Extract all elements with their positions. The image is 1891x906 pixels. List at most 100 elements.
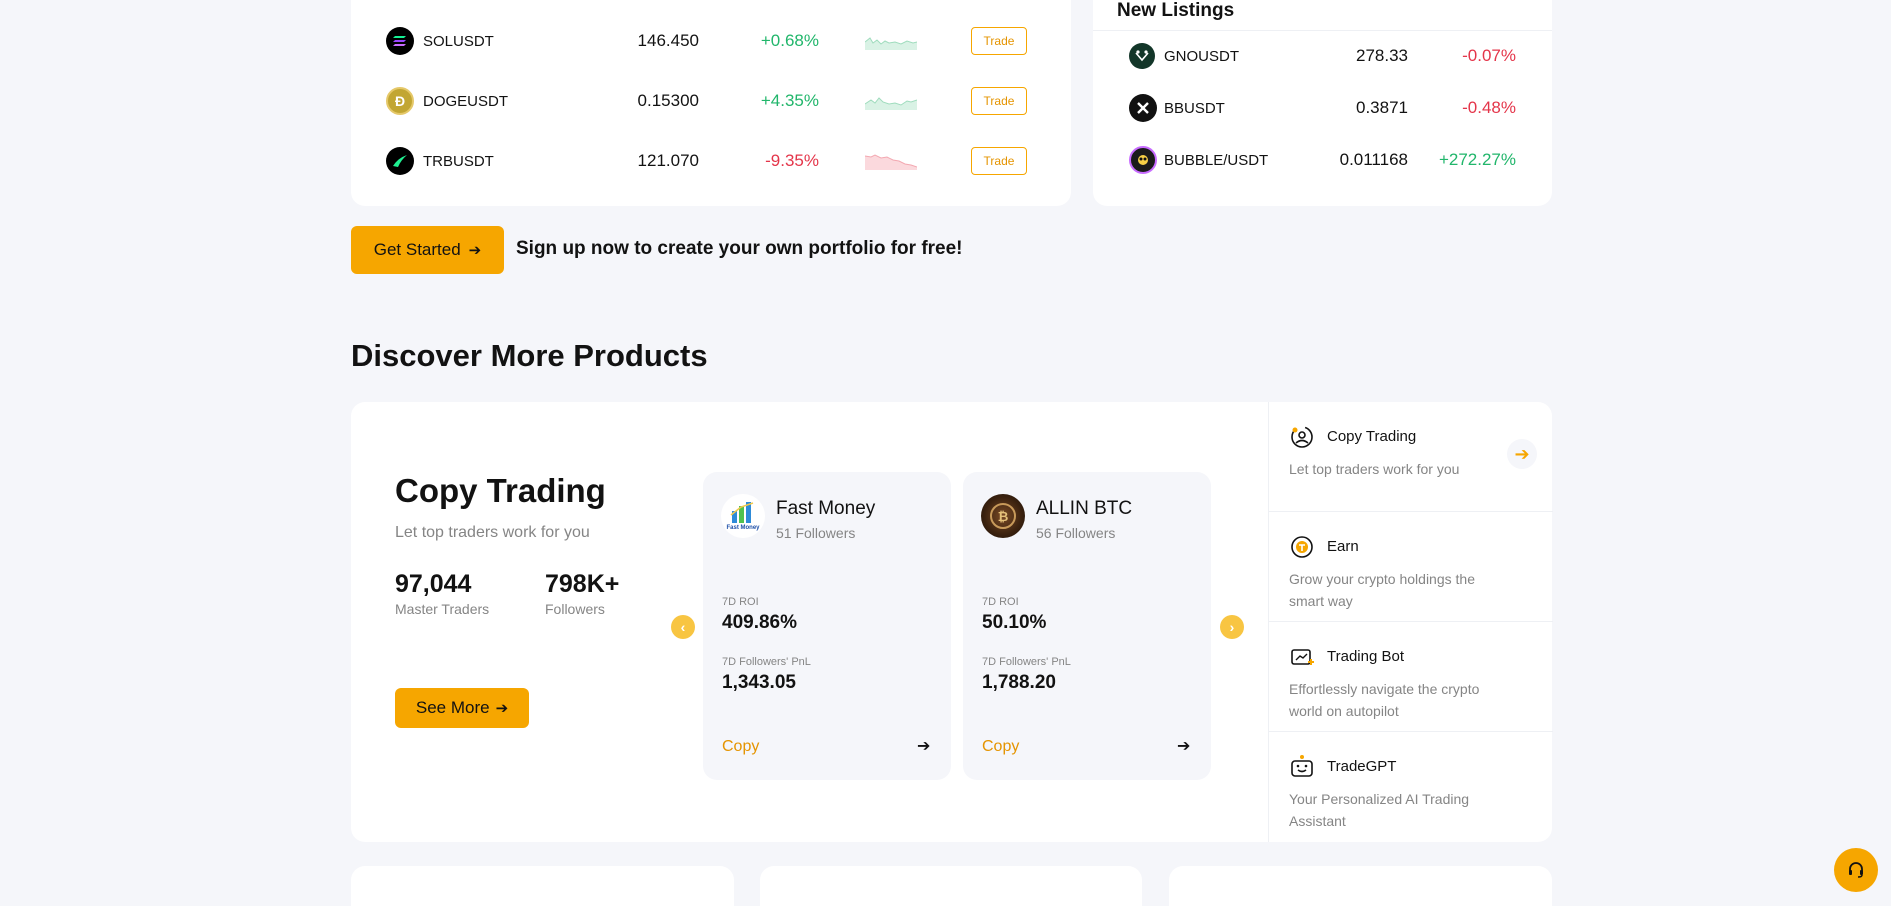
- bottom-card: [351, 866, 734, 906]
- chevron-right-icon: ›: [1229, 619, 1235, 635]
- trader-followers: 56 Followers: [1036, 525, 1116, 541]
- stat-followers-label: Followers: [545, 601, 605, 617]
- sparkline-chart: [865, 154, 917, 170]
- new-listings-title: New Listings: [1117, 0, 1235, 21]
- coin-price: 0.15300: [637, 91, 699, 110]
- arrow-right-icon: ➔: [495, 700, 509, 717]
- coin-change: +0.68%: [760, 31, 819, 50]
- stat-master-traders-value: 97,044: [395, 570, 472, 598]
- roi-label: 7D ROI: [722, 596, 759, 608]
- coin-price: 0.011168: [1339, 150, 1408, 169]
- divider: [1093, 30, 1552, 31]
- side-item-desc: Let top traders work for you: [1289, 461, 1460, 477]
- sparkline-chart: [865, 37, 917, 50]
- trade-button[interactable]: Trade: [971, 87, 1027, 115]
- coin-symbol: TRBUSDT: [423, 152, 494, 170]
- arrow-right-icon[interactable]: ➔: [1507, 439, 1537, 469]
- coin-symbol: BUBBLE/USDT: [1164, 151, 1269, 169]
- pnl-value: 1,343.05: [722, 672, 796, 693]
- avatar: Fast Money: [721, 494, 765, 538]
- pnl-label: 7D Followers' PnL: [982, 656, 1071, 668]
- side-item-desc: Your Personalized AI Trading Assistant: [1289, 791, 1470, 829]
- coin-change: -9.35%: [765, 151, 819, 170]
- coin-price: 0.3871: [1356, 98, 1408, 117]
- coin-symbol: GNOUSDT: [1164, 47, 1239, 65]
- products-card: Copy Trading Let top traders work for yo…: [351, 402, 1553, 842]
- gnosis-icon: [1129, 43, 1155, 69]
- trader-followers: 51 Followers: [776, 525, 856, 541]
- copy-trading-subtitle: Let top traders work for you: [395, 524, 590, 541]
- side-item-title: Copy Trading: [1327, 428, 1417, 445]
- get-started-label: Get Started: [373, 240, 461, 259]
- roi-label: 7D ROI: [982, 596, 1019, 608]
- coin-symbol: BBUSDT: [1164, 99, 1225, 117]
- bottom-card: [760, 866, 1142, 906]
- listing-row-bubble[interactable]: BUBBLE/USDT 0.011168 +272.27%: [1093, 140, 1552, 180]
- new-listings-card: New Listings GNOUSDT 278.33 -0.07% BBUSD…: [1093, 0, 1552, 206]
- copy-trading-title: Copy Trading: [395, 472, 606, 509]
- coin-symbol: DOGEUSDT: [423, 92, 509, 110]
- tellor-icon: [386, 147, 414, 175]
- pnl-value: 1,788.20: [982, 672, 1056, 693]
- copy-link[interactable]: Copy: [982, 738, 1019, 756]
- listing-row-gno[interactable]: GNOUSDT 278.33 -0.07%: [1093, 36, 1552, 76]
- arrow-right-icon[interactable]: ➔: [917, 736, 930, 756]
- trader-card[interactable]: ₿ ALLIN BTC 56 Followers 7D ROI 50.10% 7…: [963, 472, 1211, 780]
- side-item-copy-trading[interactable]: Copy Trading Let top traders work for yo…: [1269, 402, 1553, 512]
- earn-icon: [1291, 536, 1313, 558]
- coin-change: +272.27%: [1438, 150, 1516, 169]
- trader-name: Fast Money: [776, 498, 876, 519]
- coin-price: 278.33: [1356, 46, 1408, 65]
- coin-change: +4.35%: [760, 91, 819, 110]
- side-item-title: TradeGPT: [1327, 758, 1397, 775]
- see-more-label: See More: [415, 698, 490, 717]
- trade-button[interactable]: Trade: [971, 27, 1027, 55]
- copy-link[interactable]: Copy: [722, 738, 759, 756]
- roi-value: 409.86%: [722, 612, 798, 633]
- get-started-button[interactable]: Get Started ➔: [351, 226, 504, 274]
- market-row-trb[interactable]: TRBUSDT 121.070 -9.35% Trade: [351, 141, 1071, 181]
- tradegpt-icon: [1291, 755, 1313, 777]
- arrow-right-icon[interactable]: ➔: [1177, 736, 1190, 756]
- market-table-card: SOLUSDT 146.450 +0.68% Trade Ð DOGEUSDT …: [351, 0, 1071, 206]
- side-item-desc: Effortlessly navigate the crypto world o…: [1289, 681, 1480, 719]
- coin-price: 146.450: [637, 31, 699, 50]
- carousel-prev-button[interactable]: ‹: [671, 615, 695, 639]
- headset-icon: [1849, 862, 1863, 878]
- listing-row-bb[interactable]: BBUSDT 0.3871 -0.48%: [1093, 88, 1552, 128]
- coin-change: -0.48%: [1462, 98, 1516, 117]
- see-more-button[interactable]: See More ➔: [395, 688, 529, 728]
- sparkline-chart: [865, 97, 917, 110]
- coin-change: -0.07%: [1462, 46, 1516, 65]
- roi-value: 50.10%: [982, 612, 1047, 633]
- trader-name: ALLIN BTC: [1036, 498, 1133, 519]
- avatar: ₿: [981, 494, 1025, 538]
- carousel-next-button[interactable]: ›: [1220, 615, 1244, 639]
- bitcoin-icon: ₿: [990, 503, 1016, 529]
- bouncebit-icon: [1129, 94, 1157, 122]
- stat-followers-value: 798K+: [545, 570, 620, 598]
- trading-bot-icon: [1291, 649, 1314, 665]
- stat-master-traders-label: Master Traders: [395, 601, 490, 617]
- bubble-icon: [1129, 146, 1157, 174]
- support-chat-button[interactable]: [1834, 848, 1878, 892]
- bottom-card: [1169, 866, 1552, 906]
- market-row-doge[interactable]: Ð DOGEUSDT 0.15300 +4.35% Trade: [351, 81, 1071, 121]
- trade-button[interactable]: Trade: [971, 147, 1027, 175]
- signup-text: Sign up now to create your own portfolio…: [516, 238, 963, 259]
- section-title: Discover More Products: [351, 338, 708, 373]
- side-item-title: Earn: [1327, 538, 1359, 555]
- side-item-earn[interactable]: Earn Grow your crypto holdings the smart…: [1269, 512, 1553, 622]
- trader-card[interactable]: Fast Money Fast Money 51 Followers 7D RO…: [703, 472, 951, 780]
- products-side-list: Copy Trading Let top traders work for yo…: [1268, 402, 1553, 842]
- pnl-label: 7D Followers' PnL: [722, 656, 811, 668]
- coin-price: 121.070: [637, 151, 699, 170]
- market-row-sol[interactable]: SOLUSDT 146.450 +0.68% Trade: [351, 21, 1071, 61]
- dogecoin-icon: Ð: [386, 87, 414, 115]
- side-item-tradegpt[interactable]: TradeGPT Your Personalized AI Trading As…: [1269, 732, 1553, 842]
- chevron-left-icon: ‹: [680, 619, 686, 635]
- side-item-trading-bot[interactable]: Trading Bot Effortlessly navigate the cr…: [1269, 622, 1553, 732]
- arrow-right-icon: ➔: [468, 242, 482, 259]
- coin-symbol: SOLUSDT: [423, 32, 494, 50]
- side-item-title: Trading Bot: [1327, 648, 1404, 665]
